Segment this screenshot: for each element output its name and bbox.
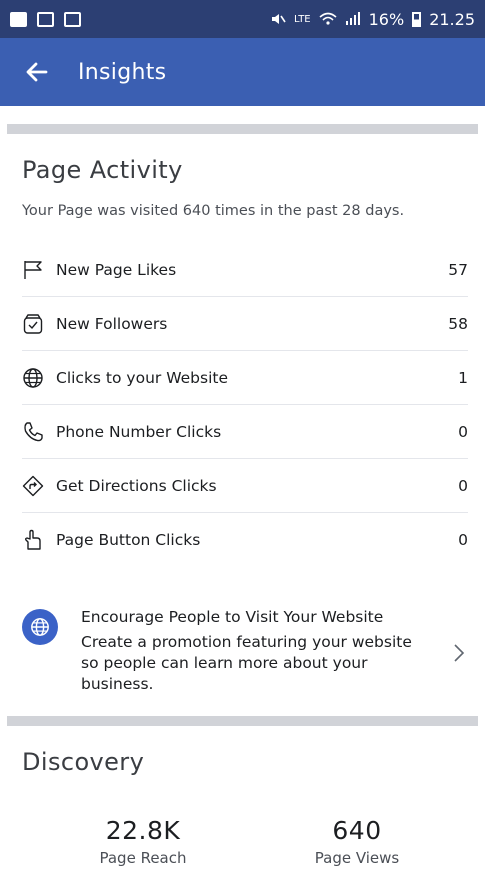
metric-row-phone-clicks[interactable]: Phone Number Clicks 0 <box>22 405 468 459</box>
stat-value: 640 <box>332 816 382 845</box>
discovery-title: Discovery <box>22 748 145 776</box>
chevron-right-icon[interactable] <box>452 642 466 664</box>
mute-icon <box>272 14 286 24</box>
globe-icon <box>31 618 49 636</box>
promo-description: Create a promotion featuring your websit… <box>81 633 412 693</box>
metric-value: 57 <box>448 260 468 279</box>
promo-globe-badge <box>22 609 58 645</box>
directions-icon <box>22 475 44 496</box>
flag-icon <box>24 260 42 279</box>
metric-value: 0 <box>458 476 468 495</box>
metric-value: 1 <box>458 368 468 387</box>
stat-page-reach[interactable]: 22.8K Page Reach <box>78 816 208 867</box>
page-activity-title: Page Activity <box>22 156 183 184</box>
promo-title: Encourage People to Visit Your Website <box>81 608 384 626</box>
follow-icon <box>23 313 43 334</box>
metric-row-website-clicks[interactable]: Clicks to your Website 1 <box>22 351 468 405</box>
metric-row-new-page-likes[interactable]: New Page Likes 57 <box>22 243 468 297</box>
metric-row-directions-clicks[interactable]: Get Directions Clicks 0 <box>22 459 468 513</box>
metric-label: Phone Number Clicks <box>56 422 222 441</box>
app-icon <box>64 11 81 27</box>
stat-label: Page Views <box>314 849 400 867</box>
page-activity-subtitle: Your Page was visited 640 times in the p… <box>22 203 405 219</box>
metric-row-new-followers[interactable]: New Followers 58 <box>22 297 468 351</box>
battery-icon <box>412 11 422 27</box>
status-bar-notifications <box>10 11 81 27</box>
metric-label: New Followers <box>56 314 168 333</box>
stat-value: 22.8K <box>105 816 181 845</box>
metric-label: Get Directions Clicks <box>56 476 217 495</box>
metric-value: 58 <box>448 314 468 333</box>
clock: 21.25 <box>429 9 475 29</box>
pointer-icon <box>24 529 41 550</box>
metric-label: Clicks to your Website <box>56 368 228 387</box>
status-bar: LTE 16% 21.25 <box>0 0 485 38</box>
signal-icon <box>345 12 360 25</box>
metric-label: Page Button Clicks <box>56 531 201 549</box>
page-title: Insights <box>78 59 167 85</box>
section-divider <box>7 124 478 134</box>
metric-label: New Page Likes <box>56 260 177 279</box>
battery-percent: 16% <box>368 9 405 29</box>
network-type: LTE <box>294 13 311 25</box>
status-bar-system: LTE 16% 21.25 <box>270 10 475 29</box>
metric-value: 0 <box>458 531 468 549</box>
phone-icon <box>24 421 43 441</box>
metric-row-button-clicks[interactable]: Page Button Clicks 0 <box>22 513 468 567</box>
stat-page-views[interactable]: 640 Page Views <box>292 816 422 867</box>
stat-label: Page Reach <box>99 849 187 867</box>
back-arrow-icon[interactable] <box>24 59 50 85</box>
globe-icon <box>23 367 43 388</box>
metric-value: 0 <box>458 422 468 441</box>
section-divider <box>7 716 478 726</box>
wifi-icon <box>319 12 337 25</box>
facebook-icon <box>10 11 27 27</box>
gallery-icon <box>37 11 54 27</box>
app-bar: Insights <box>0 38 485 106</box>
promo-card[interactable]: Encourage People to Visit Your Website C… <box>22 602 468 698</box>
